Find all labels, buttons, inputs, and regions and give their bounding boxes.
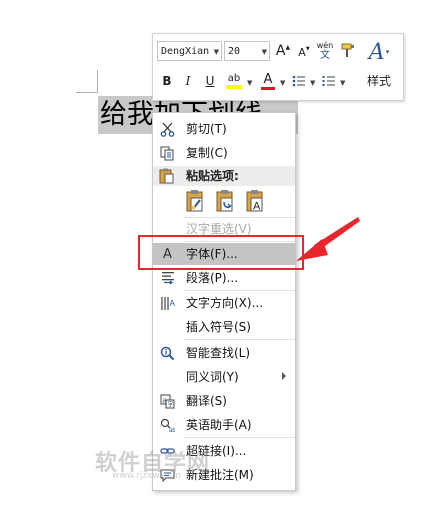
svg-text:A: A (170, 299, 176, 308)
menu-item-label: 同义词(Y) (186, 370, 239, 384)
menu-item-label: 段落(P)... (186, 271, 239, 285)
format-painter-icon (341, 43, 354, 57)
menu-item-label: 剪切(T) (186, 122, 227, 136)
paragraph-icon (159, 270, 176, 286)
menu-item-translate[interactable]: a字 翻译(S) (153, 390, 295, 412)
paste-keep-source-formatting-button[interactable] (185, 189, 207, 213)
font-name-value: DengXian (161, 46, 210, 57)
annotation-highlight-box (138, 235, 304, 270)
menu-item-smart-lookup[interactable]: 智能查找(L) (153, 342, 295, 364)
menu-item-synonyms[interactable]: 同义词(Y) (153, 366, 295, 388)
highlight-color-button[interactable]: ab (223, 71, 245, 91)
chevron-down-icon: ▼ (213, 48, 219, 56)
italic-icon: I (185, 74, 191, 88)
paste-merge-formatting-icon (216, 190, 233, 212)
font-size-value: 20 (228, 46, 241, 57)
menu-item-label: 文字方向(X)... (186, 296, 264, 310)
phonetic-guide-button[interactable]: wén 文 (316, 40, 334, 62)
smart-lookup-icon (159, 345, 176, 361)
menu-item-label: 插入符号(S) (186, 320, 251, 334)
menu-item-label: 复制(C) (186, 146, 228, 160)
annotation-arrow-icon (296, 217, 360, 261)
grow-font-icon: A (275, 43, 286, 59)
font-color-button[interactable]: A (259, 71, 277, 91)
underline-button[interactable]: U (203, 73, 217, 89)
font-size-box[interactable]: 20 ▼ (224, 41, 270, 61)
numbering-button[interactable] (321, 72, 337, 90)
paste-keep-text-only-button[interactable]: A (245, 189, 267, 213)
bold-button[interactable]: B (160, 73, 174, 89)
italic-button[interactable]: I (181, 73, 195, 89)
copy-icon (159, 145, 176, 161)
translate-icon: a字 (159, 393, 176, 409)
grow-font-button[interactable]: A ▲ (275, 42, 291, 60)
svg-text:ab: ab (169, 428, 175, 433)
paste-text-only-icon: A (246, 190, 263, 213)
english-assistant-icon: ab (159, 417, 176, 433)
mini-toolbar: DengXian ▼ 20 ▼ A ▲ A ▼ wén 文 A ▾ 样式 B I U … (152, 33, 404, 101)
svg-text:A: A (253, 201, 261, 213)
menu-item-label: 智能查找(L) (186, 346, 251, 360)
phonetic-bottom: 文 (320, 50, 330, 61)
paste-options-label: 粘贴选项: (186, 169, 239, 183)
highlight-icon: ab (227, 73, 241, 84)
font-color-icon: A (263, 71, 273, 87)
scissors-icon (159, 121, 176, 137)
chevron-down-icon[interactable]: ▼ (247, 79, 252, 87)
font-color-bar (261, 86, 275, 90)
chevron-down-icon[interactable]: ▼ (340, 79, 345, 87)
svg-text:字: 字 (168, 400, 174, 408)
highlight-color-bar (226, 85, 242, 89)
chevron-down-icon: ▼ (261, 48, 267, 56)
format-painter-button[interactable] (339, 42, 357, 60)
shrink-font-icon: A (298, 45, 306, 59)
paste-merge-formatting-button[interactable] (215, 189, 237, 213)
chevron-down-icon[interactable]: ▼ (310, 79, 315, 87)
underline-icon: U (205, 74, 215, 88)
menu-item-copy[interactable]: 复制(C) (153, 142, 295, 164)
text-direction-icon: A (159, 295, 176, 311)
styles-button[interactable]: A ▾ (364, 38, 394, 66)
menu-item-insert-symbol[interactable]: 插入符号(S) (153, 316, 295, 338)
bold-icon: B (162, 74, 172, 88)
paste-options-header: 粘贴选项: (153, 166, 295, 186)
styles-icon: A (368, 39, 385, 65)
styles-label: 样式 (367, 74, 392, 88)
menu-item-label: 翻译(S) (186, 394, 227, 408)
paste-keep-formatting-icon (186, 190, 203, 212)
menu-separator (183, 290, 295, 291)
bullets-button[interactable] (291, 72, 307, 90)
watermark-url: www.rjzxw.com (112, 471, 181, 481)
menu-item-label: 英语助手(A) (186, 418, 252, 432)
numbering-icon (322, 76, 335, 86)
chevron-down-icon[interactable]: ▼ (280, 79, 285, 87)
clipboard-icon (159, 168, 174, 188)
shrink-font-button[interactable]: A ▼ (297, 44, 311, 60)
document-margin-corner-v (97, 70, 98, 93)
phonetic-top: wén (316, 41, 334, 50)
context-menu: 剪切(T) 复制(C) 粘贴选项: A 汉字重选(V) A 字体(F)... 段… (152, 112, 296, 491)
font-name-box[interactable]: DengXian ▼ (157, 41, 222, 61)
submenu-arrow-icon (282, 372, 286, 380)
menu-separator (183, 339, 295, 340)
menu-item-english-assistant[interactable]: ab 英语助手(A) (153, 414, 295, 436)
menu-item-paragraph[interactable]: 段落(P)... (153, 267, 295, 289)
menu-separator (183, 437, 295, 438)
menu-item-text-direction[interactable]: A 文字方向(X)... (153, 292, 295, 314)
document-margin-corner-h (76, 92, 98, 93)
menu-item-cut[interactable]: 剪切(T) (153, 118, 295, 140)
bullets-icon (292, 75, 305, 87)
